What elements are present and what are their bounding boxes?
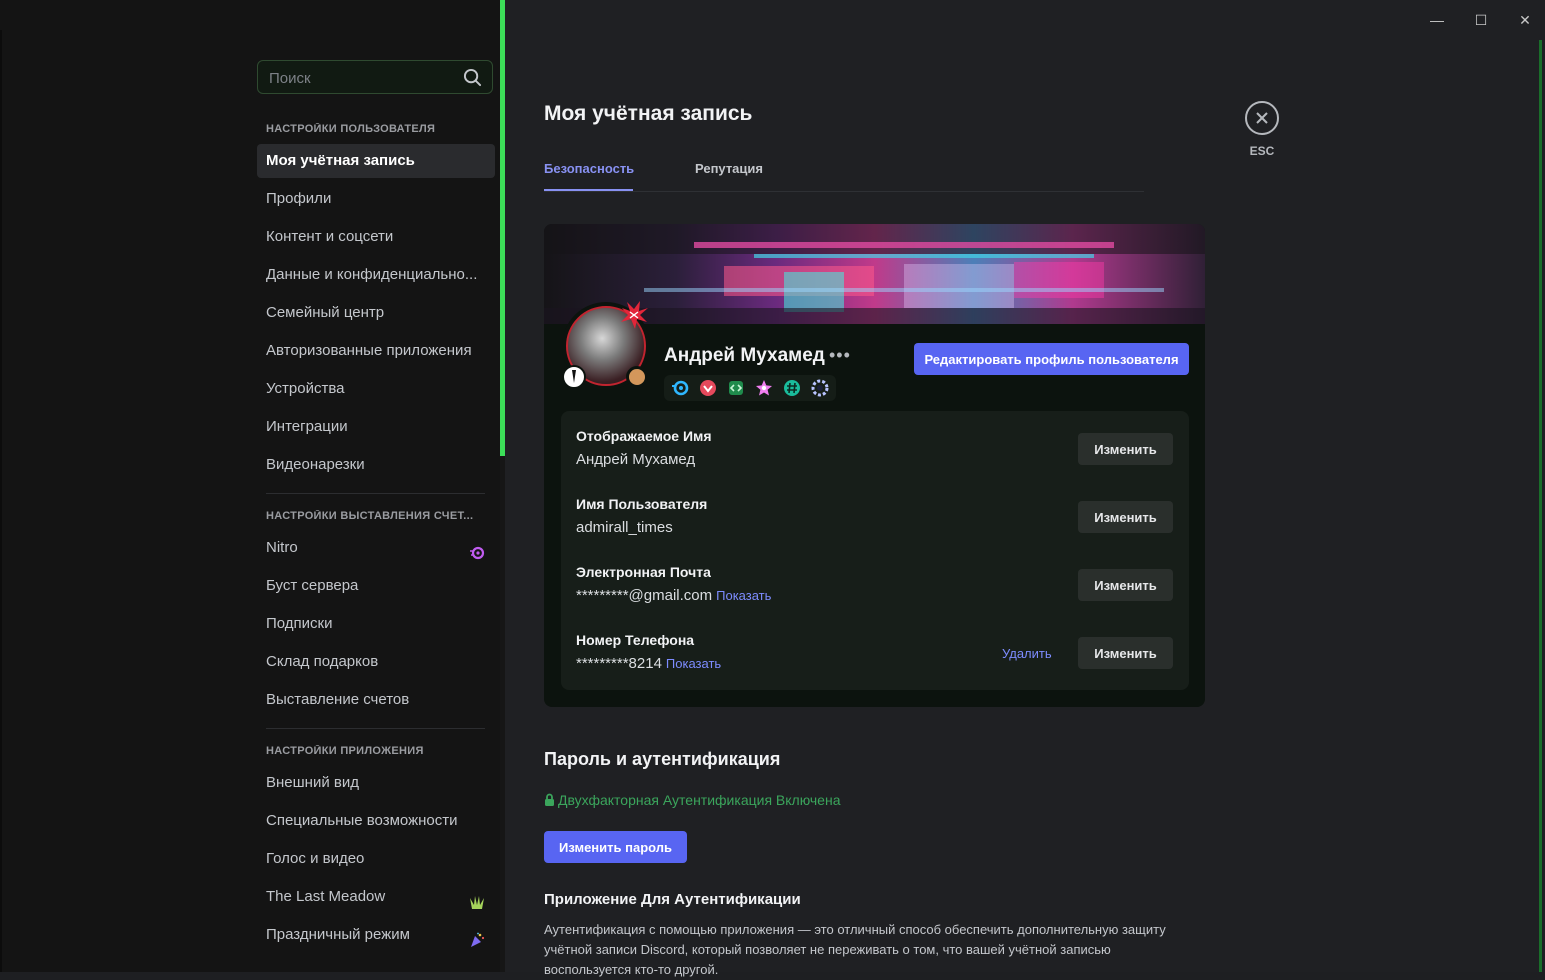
delete-phone-link[interactable]: Удалить: [1002, 646, 1052, 661]
category-user-settings: Настройки пользователя: [266, 123, 436, 135]
field-value-username: admirall_times: [576, 519, 673, 536]
field-value-phone-row: *********8214 Показать: [576, 655, 721, 672]
sidebar-item-content-social[interactable]: Контент и соцсети: [257, 220, 495, 254]
maximize-icon[interactable]: ☐: [1470, 10, 1492, 30]
profile-badges: [664, 375, 836, 401]
sidebar-item-devices[interactable]: Устройства: [257, 372, 495, 406]
show-email-link[interactable]: Показать: [716, 588, 771, 603]
field-value-display-name: Андрей Мухамед: [576, 451, 696, 468]
search-input[interactable]: [267, 67, 461, 89]
sidebar-item-billing[interactable]: Выставление счетов: [257, 683, 495, 717]
anger-decoration-icon: [621, 301, 648, 329]
minimize-icon[interactable]: —: [1426, 10, 1448, 30]
sidebar-item-last-meadow[interactable]: The Last Meadow: [257, 880, 495, 914]
auth-app-description: Аутентификация с помощью приложения — эт…: [544, 922, 1166, 977]
sidebar-item-nitro[interactable]: Nitro: [257, 531, 495, 565]
sidebar-item-profiles[interactable]: Профили: [257, 182, 495, 216]
sidebar-item-family-center[interactable]: Семейный центр: [257, 296, 495, 330]
sidebar-item-authorized-apps[interactable]: Авторизованные приложения: [257, 334, 495, 368]
edit-profile-button[interactable]: Редактировать профиль пользователя: [914, 343, 1189, 375]
tab-security[interactable]: Безопасность: [544, 161, 634, 176]
field-label-phone: Номер Телефона: [576, 632, 695, 648]
sidebar-item-label: The Last Meadow: [266, 888, 386, 905]
window-edge: [0, 30, 2, 972]
status-indicator: [626, 366, 648, 388]
field-value-email-row: *********@gmail.com Показать: [576, 587, 771, 604]
sidebar-item-my-account[interactable]: Моя учётная запись: [257, 144, 495, 178]
change-password-button[interactable]: Изменить пароль: [544, 831, 687, 863]
content-scrollbar[interactable]: [1539, 40, 1542, 972]
sidebar-item-gift-inventory[interactable]: Склад подарков: [257, 645, 495, 679]
profile-display-name: Андрей Мухамед: [664, 345, 825, 366]
sidebar-item-integrations[interactable]: Интеграции: [257, 410, 495, 444]
close-settings-button[interactable]: [1245, 101, 1279, 135]
tfa-status-text: Двухфакторная Аутентификация Включена: [558, 792, 841, 808]
sidebar-item-label: Праздничный режим: [266, 926, 410, 943]
sidebar-item-clips[interactable]: Видеонарезки: [257, 448, 495, 482]
sidebar-item-subscriptions[interactable]: Подписки: [257, 607, 495, 641]
gear-badge-icon[interactable]: [811, 379, 829, 397]
tab-reputation[interactable]: Репутация: [695, 161, 763, 176]
field-label-username: Имя Пользователя: [576, 496, 708, 512]
sidebar-item-voice-video[interactable]: Голос и видео: [257, 842, 495, 876]
edit-username-button[interactable]: Изменить: [1078, 501, 1173, 533]
party-icon: [469, 927, 485, 947]
settings-window: Настройки пользователя Моя учётная запис…: [0, 0, 1545, 977]
edit-display-name-button[interactable]: Изменить: [1078, 433, 1173, 465]
search-box[interactable]: [257, 60, 493, 94]
close-window-icon[interactable]: ✕: [1514, 10, 1536, 30]
tfa-status: Двухфакторная Аутентификация Включена: [544, 792, 841, 810]
lock-icon: [544, 793, 555, 810]
sidebar-divider: [266, 728, 485, 729]
heart-badge-icon[interactable]: [699, 379, 717, 397]
category-billing-settings: Настройки выставления счет...: [266, 510, 474, 522]
star-badge-icon[interactable]: [755, 379, 773, 397]
more-options-icon[interactable]: •••: [829, 345, 851, 366]
category-app-settings: Настройки приложения: [266, 745, 424, 757]
section-title-password-auth: Пароль и аутентификация: [544, 749, 781, 769]
page-title: Моя учётная запись: [544, 102, 753, 125]
hashtag-badge-icon[interactable]: [783, 379, 801, 397]
field-value-email: *********@gmail.com: [576, 587, 713, 604]
sidebar-divider: [266, 493, 485, 494]
grass-icon: [469, 889, 485, 909]
field-label-email: Электронная Почта: [576, 564, 711, 580]
sidebar-item-label: Nitro: [266, 539, 298, 556]
edit-phone-button[interactable]: Изменить: [1078, 637, 1173, 669]
search-icon[interactable]: [463, 68, 482, 92]
close-icon: [1256, 112, 1268, 124]
sidebar-item-accessibility[interactable]: Специальные возможности: [257, 804, 495, 838]
field-label-display-name: Отображаемое Имя: [576, 428, 712, 444]
nitro-badge-icon[interactable]: [671, 379, 689, 397]
nitro-icon: [469, 540, 485, 560]
auth-app-title: Приложение Для Аутентификации: [544, 891, 801, 908]
sidebar-item-appearance[interactable]: Внешний вид: [257, 766, 495, 800]
dev-badge-icon[interactable]: [727, 379, 745, 397]
field-value-phone: *********8214: [576, 655, 662, 672]
sidebar-item-data-privacy[interactable]: Данные и конфиденциально...: [257, 258, 495, 292]
sidebar-item-holiday-mode[interactable]: Праздничный режим: [257, 918, 495, 952]
decoration-badge-icon: [562, 365, 586, 389]
tabs-divider: [544, 191, 1144, 192]
edit-email-button[interactable]: Изменить: [1078, 569, 1173, 601]
show-phone-link[interactable]: Показать: [666, 656, 721, 671]
sidebar-item-server-boost[interactable]: Буст сервера: [257, 569, 495, 603]
esc-label: ESC: [1249, 144, 1275, 158]
